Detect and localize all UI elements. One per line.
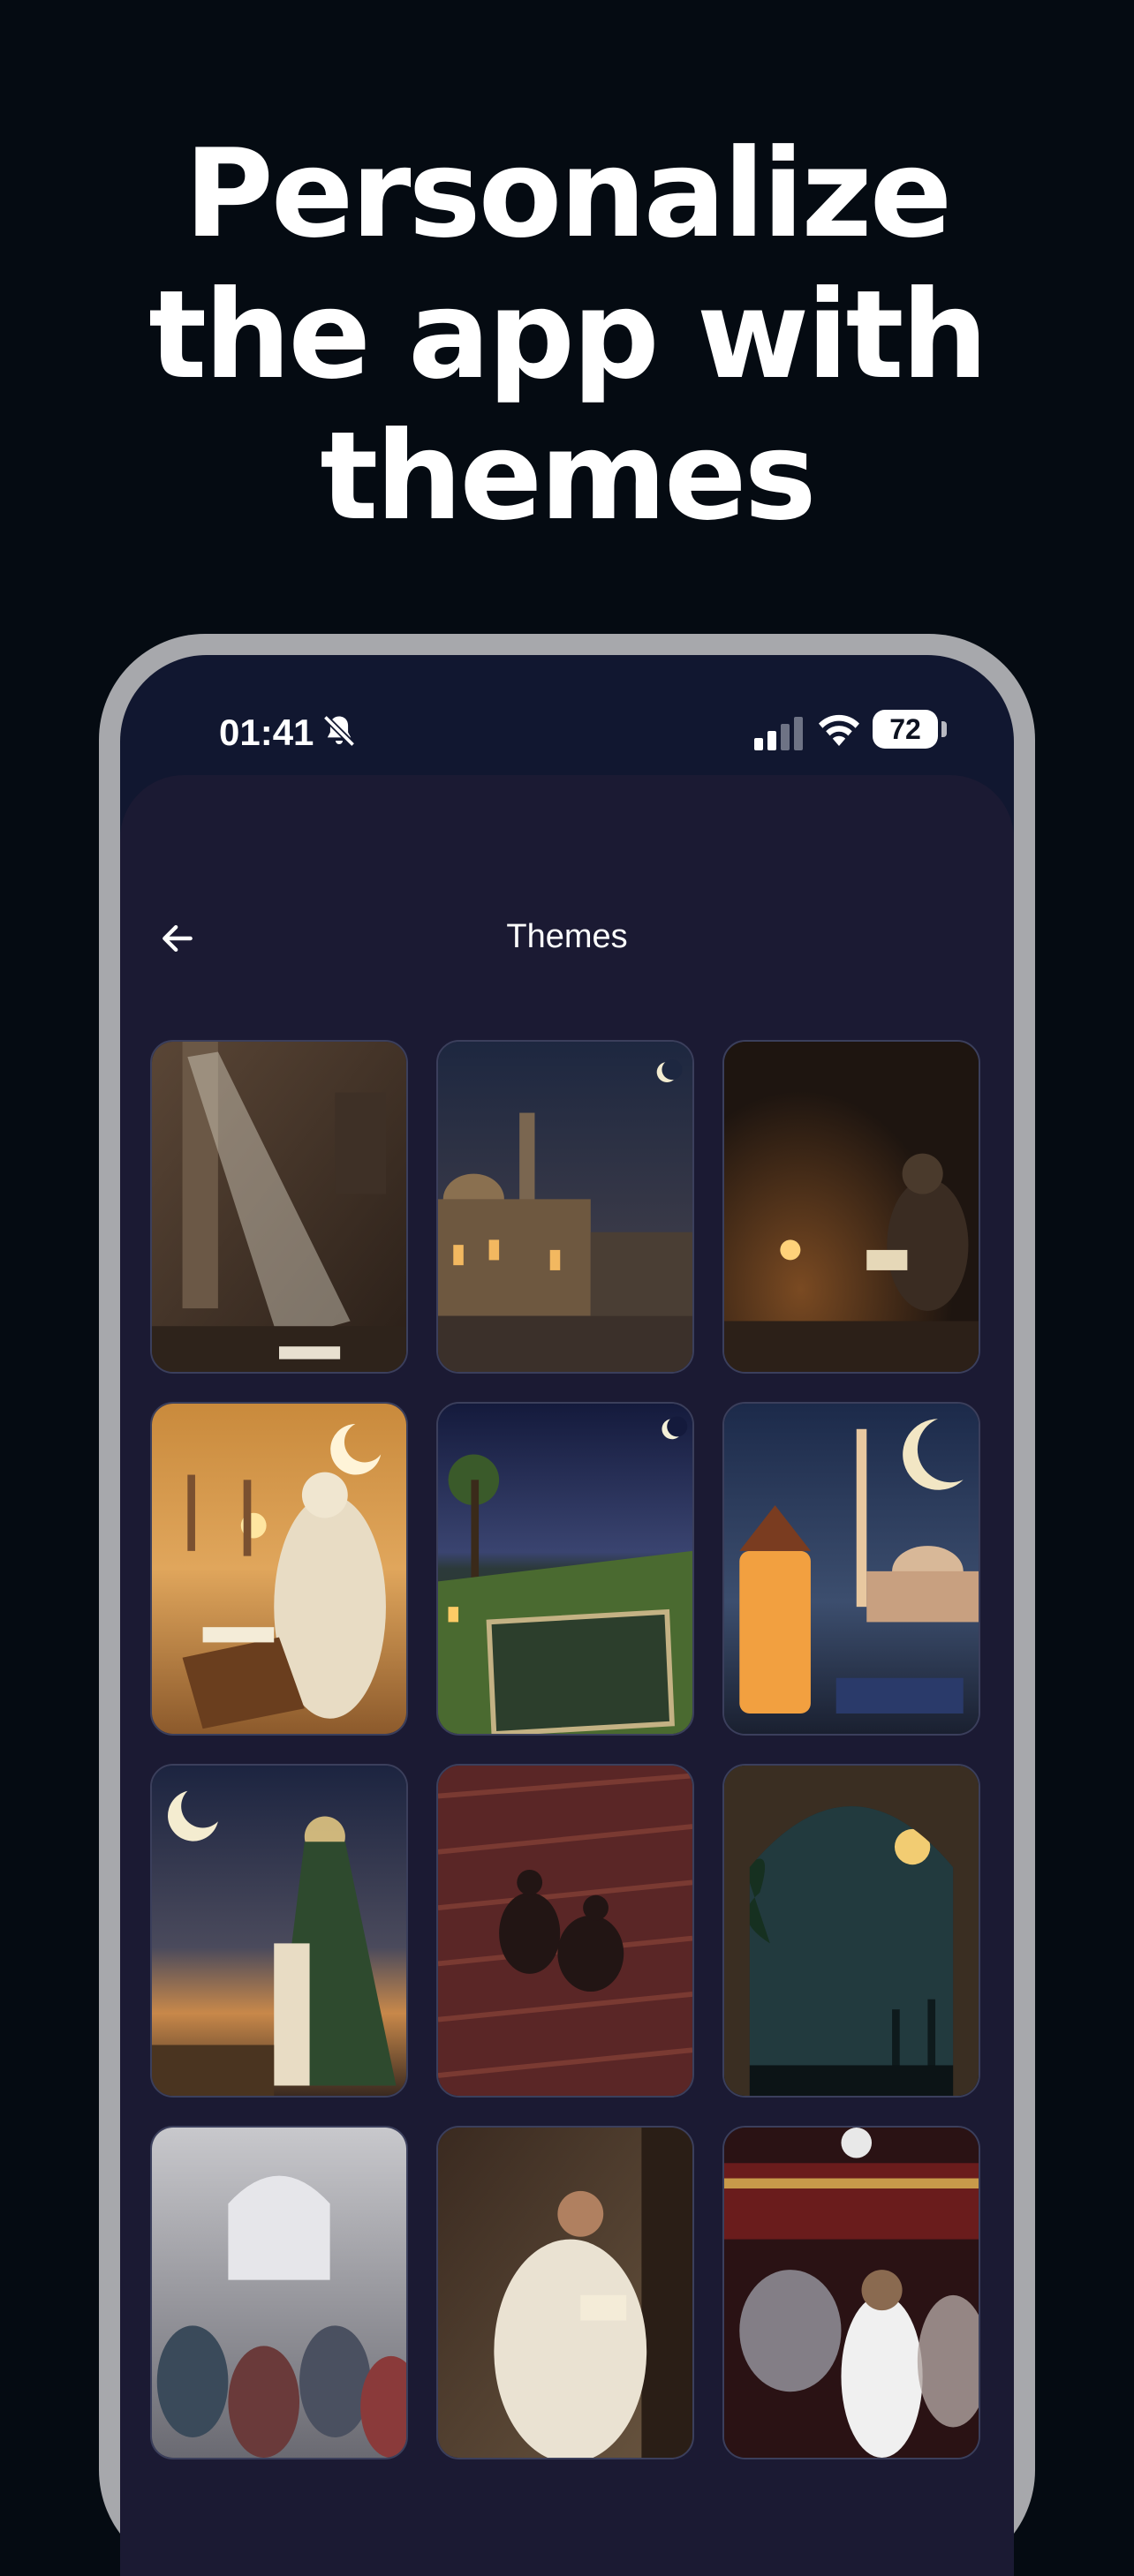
battery-icon: 72 [873,710,938,749]
theme-tile[interactable] [150,1402,408,1736]
cellular-signal-icon [754,717,803,750]
theme-image [724,2128,979,2458]
theme-image [724,1042,979,1372]
theme-image [152,1766,406,2096]
theme-tile[interactable] [436,2126,694,2459]
phone-screen: 01:41 72 Themes [120,655,1014,2576]
theme-image [724,1404,979,1734]
themes-sheet: Themes [120,775,1014,2576]
theme-tile[interactable] [722,1040,980,1374]
theme-tile[interactable] [436,1040,694,1374]
status-time: 01:41 [219,712,314,753]
theme-tile[interactable] [150,2126,408,2459]
theme-image [152,2128,406,2458]
theme-tile[interactable] [150,1764,408,2098]
theme-image [438,2128,692,2458]
battery-tip [941,721,947,737]
headline-line-1: Personalize [184,123,953,265]
theme-tile[interactable] [722,1764,980,2098]
wifi-icon [819,714,859,746]
theme-image [438,1404,692,1734]
theme-image [438,1042,692,1372]
marketing-headline: Personalize the app with themes [0,124,1134,547]
theme-image [152,1404,406,1734]
theme-image [438,1766,692,2096]
theme-image [724,1766,979,2096]
theme-tile[interactable] [150,1040,408,1374]
headline-line-2: the app with [148,264,988,406]
theme-tile[interactable] [436,1764,694,2098]
theme-tile[interactable] [722,2126,980,2459]
theme-grid [150,1040,980,2459]
bell-slash-icon [322,714,356,748]
headline-line-3: themes [320,405,816,547]
theme-image [152,1042,406,1372]
theme-tile[interactable] [722,1402,980,1736]
status-bar: 01:41 72 [120,655,1014,779]
screen-title: Themes [506,918,628,955]
phone-mockup: 01:41 72 Themes [99,634,1035,2576]
theme-tile[interactable] [436,1402,694,1736]
